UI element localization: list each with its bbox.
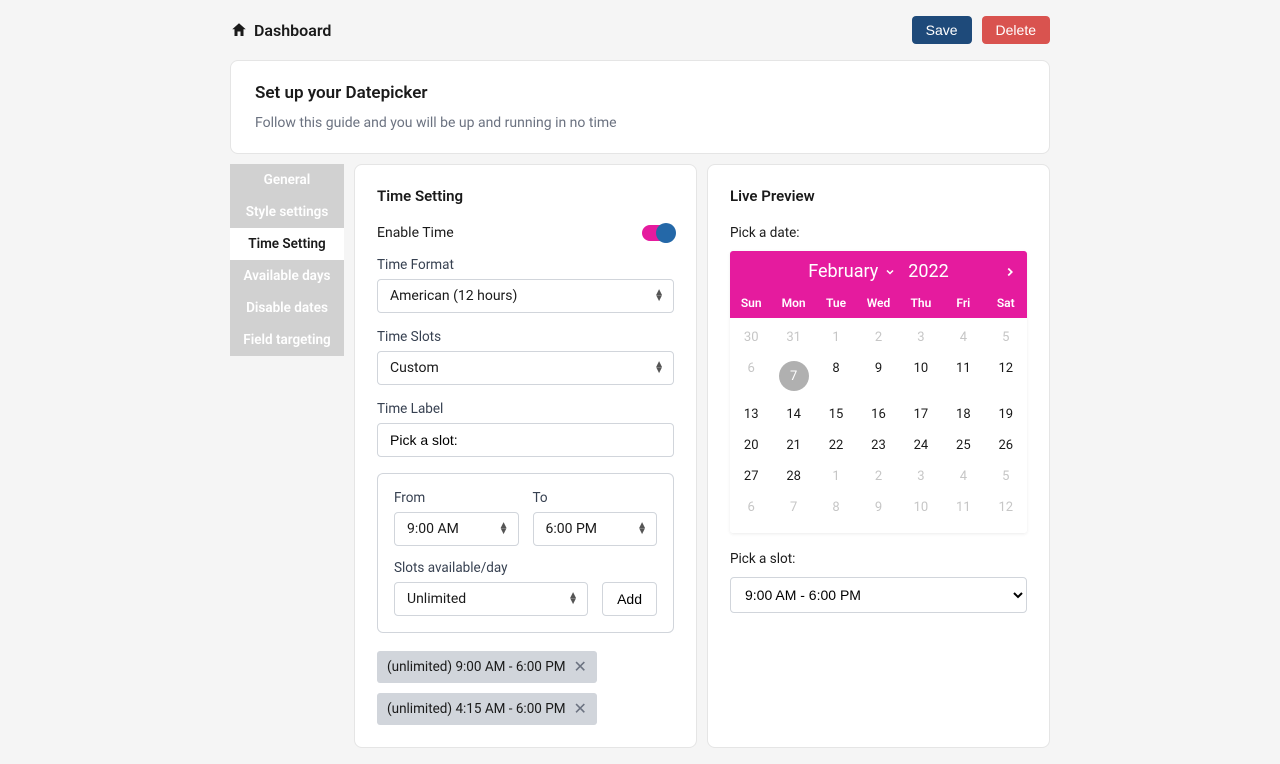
slots-per-day-label: Slots available/day bbox=[394, 560, 588, 576]
calendar-day: 2 bbox=[857, 461, 899, 492]
slot-chip-text: (unlimited) 4:15 AM - 6:00 PM bbox=[387, 701, 566, 717]
sidebar-item-field-targeting[interactable]: Field targeting bbox=[230, 324, 344, 356]
calendar-day[interactable]: 24 bbox=[900, 430, 942, 461]
calendar-day: 6 bbox=[730, 492, 772, 523]
pick-slot-label: Pick a slot: bbox=[730, 551, 1027, 567]
calendar-day[interactable]: 22 bbox=[815, 430, 857, 461]
calendar-dow: Sun bbox=[730, 296, 772, 310]
calendar-day: 30 bbox=[730, 322, 772, 353]
calendar-day[interactable]: 12 bbox=[985, 353, 1027, 399]
calendar-day: 3 bbox=[900, 461, 942, 492]
from-label: From bbox=[394, 490, 519, 506]
sidebar-item-general[interactable]: General bbox=[230, 164, 344, 196]
delete-button[interactable]: Delete bbox=[982, 16, 1050, 44]
slot-chip-text: (unlimited) 9:00 AM - 6:00 PM bbox=[387, 659, 566, 675]
calendar-day: 4 bbox=[942, 461, 984, 492]
from-select[interactable]: 9:00 AM bbox=[394, 512, 519, 546]
sidebar-item-time-setting[interactable]: Time Setting bbox=[230, 228, 344, 260]
time-label-input[interactable] bbox=[377, 423, 674, 457]
calendar-day[interactable]: 18 bbox=[942, 399, 984, 430]
calendar-day: 11 bbox=[942, 492, 984, 523]
calendar-dow: Thu bbox=[900, 296, 942, 310]
calendar-day: 1 bbox=[815, 322, 857, 353]
calendar-day[interactable]: 28 bbox=[772, 461, 814, 492]
breadcrumb[interactable]: Dashboard bbox=[230, 21, 331, 40]
slot-chip: (unlimited) 4:15 AM - 6:00 PM ✕ bbox=[377, 693, 597, 725]
breadcrumb-label: Dashboard bbox=[254, 21, 331, 40]
sidebar-item-style-settings[interactable]: Style settings bbox=[230, 196, 344, 228]
calendar-next-button[interactable] bbox=[1003, 265, 1017, 279]
calendar-day[interactable]: 8 bbox=[815, 353, 857, 399]
close-icon[interactable]: ✕ bbox=[574, 701, 587, 717]
close-icon[interactable]: ✕ bbox=[574, 659, 587, 675]
calendar-day: 2 bbox=[857, 322, 899, 353]
live-preview-title: Live Preview bbox=[730, 187, 1027, 205]
sidebar-item-disable-dates[interactable]: Disable dates bbox=[230, 292, 344, 324]
calendar-day[interactable]: 20 bbox=[730, 430, 772, 461]
calendar-day: 5 bbox=[985, 322, 1027, 353]
slot-chips: (unlimited) 9:00 AM - 6:00 PM ✕ (unlimit… bbox=[377, 651, 674, 725]
calendar-day[interactable]: 11 bbox=[942, 353, 984, 399]
calendar-day: 5 bbox=[985, 461, 1027, 492]
calendar-day: 8 bbox=[815, 492, 857, 523]
calendar-dow: Wed bbox=[857, 296, 899, 310]
chevron-right-icon bbox=[1003, 265, 1017, 279]
calendar-dow: Mon bbox=[772, 296, 814, 310]
to-label: To bbox=[533, 490, 658, 506]
calendar-month-select[interactable]: February bbox=[808, 261, 896, 282]
calendar-day: 9 bbox=[857, 492, 899, 523]
calendar-day: 3 bbox=[900, 322, 942, 353]
calendar-day: 12 bbox=[985, 492, 1027, 523]
time-slots-select[interactable]: Custom bbox=[377, 351, 674, 385]
calendar-day[interactable]: 27 bbox=[730, 461, 772, 492]
calendar-day: 6 bbox=[730, 353, 772, 399]
to-select[interactable]: 6:00 PM bbox=[533, 512, 658, 546]
page-title: Set up your Datepicker bbox=[255, 83, 1025, 103]
calendar-day: 31 bbox=[772, 322, 814, 353]
save-button[interactable]: Save bbox=[912, 16, 972, 44]
calendar-day[interactable]: 7 bbox=[772, 353, 814, 399]
add-button[interactable]: Add bbox=[602, 582, 657, 616]
enable-time-toggle[interactable] bbox=[642, 225, 674, 241]
slots-per-day-select[interactable]: Unlimited bbox=[394, 582, 588, 616]
sidebar-item-available-days[interactable]: Available days bbox=[230, 260, 344, 292]
calendar-day[interactable]: 17 bbox=[900, 399, 942, 430]
time-format-label: Time Format bbox=[377, 257, 674, 273]
calendar: February 2022 SunMonTueWedThuFriSat 3031… bbox=[730, 251, 1027, 533]
calendar-day[interactable]: 15 bbox=[815, 399, 857, 430]
calendar-day[interactable]: 19 bbox=[985, 399, 1027, 430]
home-icon bbox=[230, 21, 248, 39]
pick-date-label: Pick a date: bbox=[730, 225, 1027, 241]
time-label-label: Time Label bbox=[377, 401, 674, 417]
chevron-down-icon bbox=[884, 266, 896, 278]
calendar-day: 7 bbox=[772, 492, 814, 523]
calendar-day: 4 bbox=[942, 322, 984, 353]
slot-select[interactable]: 9:00 AM - 6:00 PM bbox=[730, 577, 1027, 613]
page-subtitle: Follow this guide and you will be up and… bbox=[255, 115, 1025, 131]
calendar-dow: Fri bbox=[942, 296, 984, 310]
calendar-dow: Tue bbox=[815, 296, 857, 310]
calendar-day[interactable]: 23 bbox=[857, 430, 899, 461]
time-format-select[interactable]: American (12 hours) bbox=[377, 279, 674, 313]
enable-time-label: Enable Time bbox=[377, 225, 454, 241]
calendar-day[interactable]: 25 bbox=[942, 430, 984, 461]
calendar-day[interactable]: 16 bbox=[857, 399, 899, 430]
calendar-dow: Sat bbox=[985, 296, 1027, 310]
calendar-day[interactable]: 13 bbox=[730, 399, 772, 430]
calendar-day[interactable]: 10 bbox=[900, 353, 942, 399]
slot-chip: (unlimited) 9:00 AM - 6:00 PM ✕ bbox=[377, 651, 597, 683]
calendar-day[interactable]: 21 bbox=[772, 430, 814, 461]
calendar-day[interactable]: 9 bbox=[857, 353, 899, 399]
calendar-day: 1 bbox=[815, 461, 857, 492]
calendar-day[interactable]: 26 bbox=[985, 430, 1027, 461]
calendar-day[interactable]: 14 bbox=[772, 399, 814, 430]
calendar-year[interactable]: 2022 bbox=[908, 261, 948, 282]
time-slots-label: Time Slots bbox=[377, 329, 674, 345]
calendar-day: 10 bbox=[900, 492, 942, 523]
sidebar: General Style settings Time Setting Avai… bbox=[230, 164, 344, 748]
time-setting-title: Time Setting bbox=[377, 187, 674, 205]
